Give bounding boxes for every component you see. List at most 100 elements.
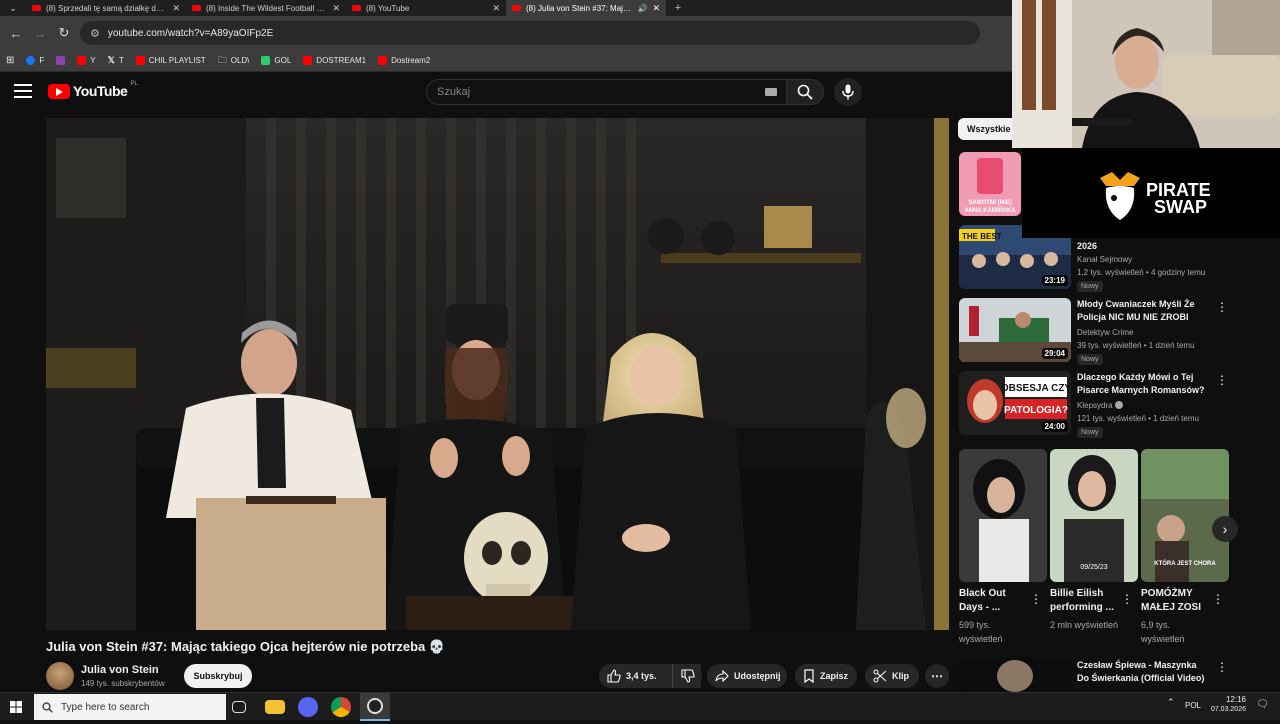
browser-tab[interactable]: (8) YouTube ✕ <box>346 0 506 16</box>
bookmark-item[interactable]: Dostream2 <box>378 56 430 65</box>
channel-avatar[interactable] <box>46 662 74 690</box>
keyboard-icon[interactable] <box>765 88 777 96</box>
more-vertical-icon[interactable]: ⋮ <box>1121 592 1133 606</box>
gol-icon <box>261 56 271 65</box>
filter-chip-all[interactable]: Wszystkie <box>958 118 1020 140</box>
notification-icon[interactable]: 🗨 <box>1256 699 1269 710</box>
youtube-favicon-icon <box>32 5 41 11</box>
dislike-button[interactable] <box>672 664 702 688</box>
short-title: POMÓŻMY MAŁEJ ZOSI <box>1141 588 1202 613</box>
taskbar-search-input[interactable]: Type here to search <box>34 694 226 720</box>
recommendation-title: 2026 <box>1077 241 1098 251</box>
more-vertical-icon[interactable]: ⋮ <box>1216 373 1228 387</box>
search-icon <box>42 701 53 713</box>
tab-title: (8) Sprzedali tę samą działkę dwa razy <box>46 3 167 13</box>
more-horizontal-icon: ⋯ <box>931 669 943 683</box>
reload-button[interactable]: ↻ <box>52 25 76 41</box>
more-vertical-icon[interactable]: ⋮ <box>1212 592 1224 606</box>
short-views: 6,9 tys. wyświetleń <box>1141 620 1185 644</box>
recommendation-channel: Kanał Sejmowy <box>1077 255 1133 264</box>
recommendation-title: Młody Cwaniaczek Myśli Że Policja NIC MU… <box>1077 299 1195 322</box>
bookmark-item[interactable]: Y <box>77 56 96 65</box>
shorts-next-button[interactable]: › <box>1212 516 1238 542</box>
more-vertical-icon[interactable]: ⋮ <box>1030 592 1042 606</box>
bookmark-item[interactable] <box>56 56 66 65</box>
menu-icon[interactable] <box>14 84 32 98</box>
search-icon <box>797 84 813 100</box>
clip-button[interactable]: Klip <box>865 664 919 688</box>
tray-expand-icon[interactable]: ⌃ <box>1167 697 1175 708</box>
new-tab-button[interactable]: + <box>666 2 690 14</box>
language-indicator[interactable]: POL <box>1185 701 1201 710</box>
subscribe-button[interactable]: Subskrybuj <box>184 664 252 688</box>
thumbs-up-icon <box>607 669 621 683</box>
bookmark-item[interactable]: F <box>26 56 44 65</box>
short-thumbnail[interactable]: KTÓRA JEST CHORA <box>1141 449 1229 582</box>
share-button[interactable]: Udostępnij <box>707 664 787 688</box>
thumbs-down-icon <box>680 669 695 683</box>
url-text: youtube.com/watch?v=A89yaOIFp2E <box>107 27 274 39</box>
more-vertical-icon[interactable]: ⋮ <box>1216 300 1228 314</box>
sponsor-logo: PIRATE SWAP <box>1022 148 1280 238</box>
file-explorer-icon[interactable] <box>265 700 285 714</box>
voice-search-button[interactable] <box>834 78 862 106</box>
short-views: 2 mln wyświetleń <box>1050 620 1119 630</box>
apps-grid-icon[interactable]: ⊞ <box>6 55 14 66</box>
bookmark-item[interactable]: GOL <box>261 56 291 65</box>
tab-search-button[interactable]: ⌄ <box>0 0 26 16</box>
short-thumbnail[interactable]: 09/25/23 <box>1050 449 1138 582</box>
obs-icon <box>367 698 383 714</box>
task-view-icon[interactable] <box>232 701 246 713</box>
search-button[interactable] <box>786 79 824 105</box>
svg-text:KTÓRA JEST CHORA: KTÓRA JEST CHORA <box>1154 559 1216 567</box>
close-tab-icon[interactable]: ✕ <box>492 3 500 14</box>
youtube-logo[interactable]: YouTube PL <box>48 81 138 99</box>
video-thumbnail[interactable]: OBSESJA CZY PATOLOGIA? 24:00 <box>959 371 1071 435</box>
duration-badge: 23:19 <box>1041 275 1068 286</box>
recommendation-item[interactable]: OBSESJA CZY PATOLOGIA? 24:00 Dlaczego Ka… <box>958 371 1228 438</box>
site-info-icon[interactable]: ⚙ <box>90 27 100 40</box>
search-input[interactable]: Szukaj <box>426 79 788 105</box>
webcam-overlay <box>1012 0 1280 148</box>
short-thumbnail[interactable] <box>959 449 1047 582</box>
video-player[interactable] <box>46 118 949 630</box>
svg-text:SAMOTNI (NIE): SAMOTNI (NIE) <box>968 200 1011 206</box>
recommendation-item[interactable]: 29:04 Młody Cwaniaczek Myśli Że Policja … <box>958 298 1228 365</box>
windows-start-icon[interactable] <box>10 701 22 713</box>
svg-text:09/25/23: 09/25/23 <box>1080 564 1107 571</box>
chrome-icon[interactable] <box>331 697 351 717</box>
close-tab-icon[interactable]: ✕ <box>652 3 660 14</box>
browser-tab[interactable]: (8) Sprzedali tę samą działkę dwa razy ✕ <box>26 0 186 16</box>
bookmark-item[interactable]: DOSTREAM1 <box>303 56 366 65</box>
youtube-icon <box>303 56 313 65</box>
channel-name[interactable]: Julia von Stein <box>81 664 159 676</box>
video-title: Julia von Stein #37: Mając takiego Ojca … <box>46 639 446 654</box>
tab-title: (8) YouTube <box>366 3 410 13</box>
bookmark-item[interactable]: CHIL PLAYLIST <box>135 56 206 65</box>
video-thumbnail[interactable] <box>959 658 1071 692</box>
discord-icon[interactable] <box>298 697 318 717</box>
folder-icon: 🗀 <box>217 54 227 65</box>
youtube-favicon-icon <box>512 5 521 11</box>
video-thumbnail[interactable]: SAMOTNI (NIE) ANNA KAMIŃSKA <box>959 152 1021 216</box>
forward-button[interactable]: → <box>28 26 52 41</box>
clock-time[interactable]: 12:16 <box>1208 695 1246 704</box>
bookmark-folder[interactable]: 🗀 OLD\ <box>218 53 250 69</box>
video-thumbnail[interactable]: 29:04 <box>959 298 1071 362</box>
close-tab-icon[interactable]: ✕ <box>172 3 180 14</box>
tab-title: (8) Inside The Wildest Football Club <box>206 3 328 13</box>
browser-tab-active[interactable]: (8) Julia von Stein #37: Mając takiego O… <box>506 0 666 16</box>
clock-date[interactable]: 07.03.2026 <box>1208 706 1246 713</box>
speaker-icon[interactable]: 🔊 <box>637 4 647 13</box>
browser-tab[interactable]: (8) Inside The Wildest Football Club ✕ <box>186 0 346 16</box>
obs-active-app[interactable] <box>360 693 390 721</box>
bookmark-item[interactable]: 𝕏T <box>108 55 124 66</box>
close-tab-icon[interactable]: ✕ <box>332 3 340 14</box>
youtube-icon <box>77 56 87 65</box>
save-button[interactable]: Zapisz <box>795 664 857 688</box>
more-actions-button[interactable]: ⋯ <box>925 664 949 688</box>
address-bar[interactable]: ⚙ youtube.com/watch?v=A89yaOIFp2E <box>80 21 980 45</box>
more-vertical-icon[interactable]: ⋮ <box>1216 660 1228 674</box>
back-button[interactable]: ← <box>4 26 28 41</box>
dislike-wrap <box>672 664 702 688</box>
